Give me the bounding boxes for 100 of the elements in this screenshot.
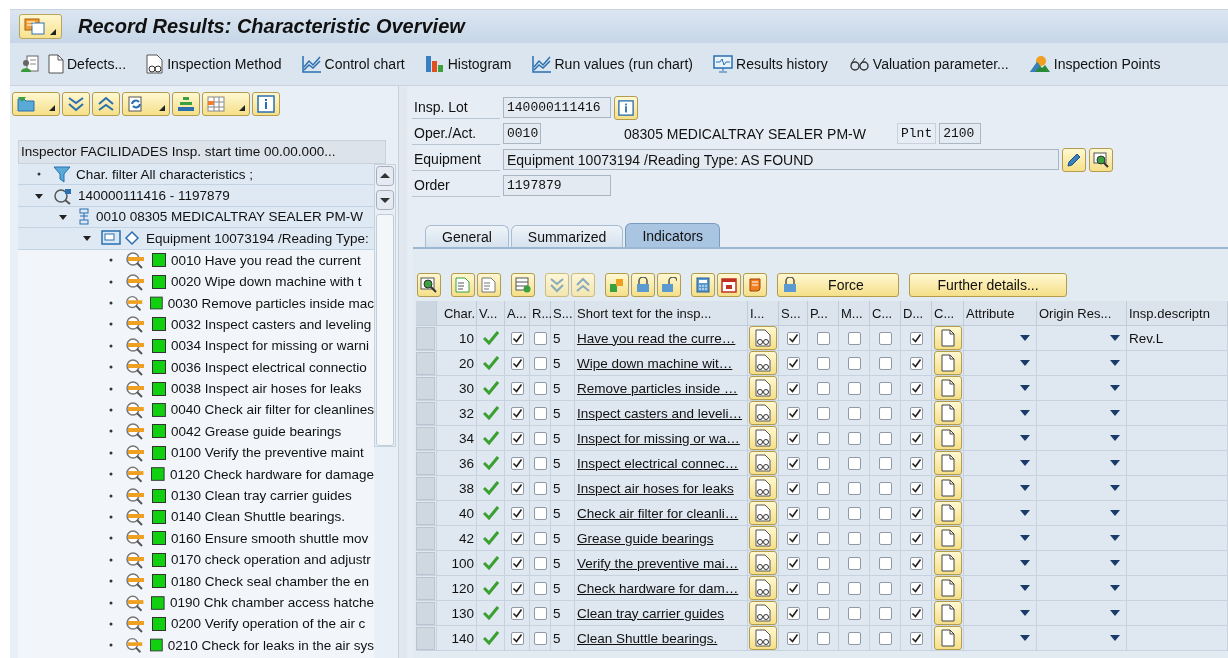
short-text-link[interactable]: Inspect electrical connec… xyxy=(577,455,739,471)
checkbox[interactable] xyxy=(533,531,547,545)
scroll-thumb[interactable] xyxy=(376,214,394,446)
toolbar-button[interactable]: Control chart xyxy=(301,55,405,73)
short-text-link[interactable]: Wipe down machine wit… xyxy=(577,355,733,371)
scroll-down-icon[interactable] xyxy=(376,190,394,210)
checkbox[interactable] xyxy=(847,531,861,545)
checkbox[interactable] xyxy=(909,431,923,445)
short-text-link[interactable]: Verify the preventive mai… xyxy=(577,555,739,571)
menu-button[interactable] xyxy=(19,14,62,39)
checkbox[interactable] xyxy=(847,606,861,620)
checkbox[interactable] xyxy=(533,431,547,445)
note-button[interactable] xyxy=(933,526,962,550)
method-button[interactable] xyxy=(749,626,777,650)
checkbox[interactable] xyxy=(847,456,861,470)
checkbox[interactable] xyxy=(533,481,547,495)
checkbox[interactable] xyxy=(909,606,923,620)
checkbox[interactable] xyxy=(847,581,861,595)
checkbox[interactable] xyxy=(878,631,892,645)
note-button[interactable] xyxy=(933,601,962,625)
method-button[interactable] xyxy=(749,351,777,375)
tree-item[interactable]: 0010 Have you read the current xyxy=(171,252,361,268)
tree-toolbar-button[interactable] xyxy=(252,92,280,116)
note-button[interactable] xyxy=(933,451,962,475)
row-selector[interactable] xyxy=(416,476,435,500)
equipment-field[interactable]: Equipment 10073194 /Reading Type: AS FOUND xyxy=(503,149,1059,170)
checkbox[interactable] xyxy=(533,556,547,570)
checkbox[interactable] xyxy=(510,381,524,395)
checkbox[interactable] xyxy=(533,631,547,645)
tree-item[interactable]: 0042 Grease guide bearings xyxy=(171,423,342,439)
checkbox[interactable] xyxy=(510,506,524,520)
checkbox[interactable] xyxy=(816,431,830,445)
checkbox[interactable] xyxy=(878,456,892,470)
checkbox[interactable] xyxy=(533,381,547,395)
checkbox[interactable] xyxy=(909,556,923,570)
short-text-link[interactable]: Grease guide bearings xyxy=(577,530,714,546)
checkbox[interactable] xyxy=(510,581,524,595)
checkbox[interactable] xyxy=(786,581,800,595)
column-header[interactable]: V... xyxy=(477,301,505,326)
note-button[interactable] xyxy=(933,501,962,525)
checkbox[interactable] xyxy=(533,506,547,520)
checkbox[interactable] xyxy=(786,456,800,470)
checkbox[interactable] xyxy=(816,481,830,495)
checkbox[interactable] xyxy=(909,631,923,645)
checkbox[interactable] xyxy=(878,606,892,620)
checkbox[interactable] xyxy=(847,331,861,345)
checkbox[interactable] xyxy=(786,356,800,370)
edit-button[interactable] xyxy=(1062,147,1086,172)
display-button[interactable] xyxy=(1089,147,1113,172)
column-header[interactable]: R... xyxy=(530,301,551,326)
checkbox[interactable] xyxy=(816,456,830,470)
checkbox[interactable] xyxy=(816,406,830,420)
checkbox[interactable] xyxy=(510,406,524,420)
note-button[interactable] xyxy=(933,551,962,575)
checkbox[interactable] xyxy=(909,581,923,595)
checkbox[interactable] xyxy=(816,556,830,570)
tab[interactable]: General xyxy=(425,225,509,247)
checkbox[interactable] xyxy=(510,431,524,445)
method-button[interactable] xyxy=(749,501,777,525)
column-header[interactable]: C... xyxy=(932,301,964,326)
checkbox[interactable] xyxy=(786,506,800,520)
checkbox[interactable] xyxy=(878,506,892,520)
row-selector[interactable] xyxy=(416,376,435,400)
method-button[interactable] xyxy=(749,601,777,625)
toolbar-button[interactable]: Inspection Points xyxy=(1028,55,1161,73)
checkbox[interactable] xyxy=(510,456,524,470)
checkbox[interactable] xyxy=(510,556,524,570)
table-toolbar-button[interactable] xyxy=(417,273,441,297)
checkbox[interactable] xyxy=(816,531,830,545)
short-text-link[interactable]: Inspect for missing or wa… xyxy=(577,430,740,446)
row-selector[interactable] xyxy=(416,576,435,600)
method-button[interactable] xyxy=(749,426,777,450)
tab[interactable]: Summarized xyxy=(510,225,624,247)
checkbox[interactable] xyxy=(510,481,524,495)
checkbox[interactable] xyxy=(786,556,800,570)
checkbox[interactable] xyxy=(909,331,923,345)
short-text-link[interactable]: Clean Shuttle bearings. xyxy=(577,630,718,646)
row-selector[interactable] xyxy=(416,401,435,425)
checkbox[interactable] xyxy=(816,606,830,620)
toolbar-button[interactable]: Inspection Method xyxy=(146,54,282,74)
column-header[interactable]: Short text for the insp... xyxy=(575,301,748,326)
checkbox[interactable] xyxy=(909,531,923,545)
method-button[interactable] xyxy=(749,451,777,475)
toolbar-button[interactable]: Defects... xyxy=(48,54,127,74)
scroll-up-icon[interactable] xyxy=(376,166,394,186)
checkbox[interactable] xyxy=(878,381,892,395)
tree-item[interactable]: 0034 Inspect for missing or warni xyxy=(171,338,370,354)
column-header[interactable]: C... xyxy=(870,301,901,326)
checkbox[interactable] xyxy=(786,481,800,495)
column-header[interactable]: A... xyxy=(505,301,530,326)
checkbox[interactable] xyxy=(909,481,923,495)
short-text-link[interactable]: Inspect casters and leveli… xyxy=(577,405,743,421)
column-header[interactable]: I... xyxy=(748,301,779,326)
tree-item[interactable]: 0190 Chk chamber access hatche xyxy=(169,595,374,610)
short-text-link[interactable]: Check hardware for dam… xyxy=(577,580,739,596)
note-button[interactable] xyxy=(933,401,962,425)
column-header[interactable]: P... xyxy=(808,301,839,326)
row-selector[interactable] xyxy=(416,326,435,350)
checkbox[interactable] xyxy=(909,381,923,395)
checkbox[interactable] xyxy=(816,631,830,645)
